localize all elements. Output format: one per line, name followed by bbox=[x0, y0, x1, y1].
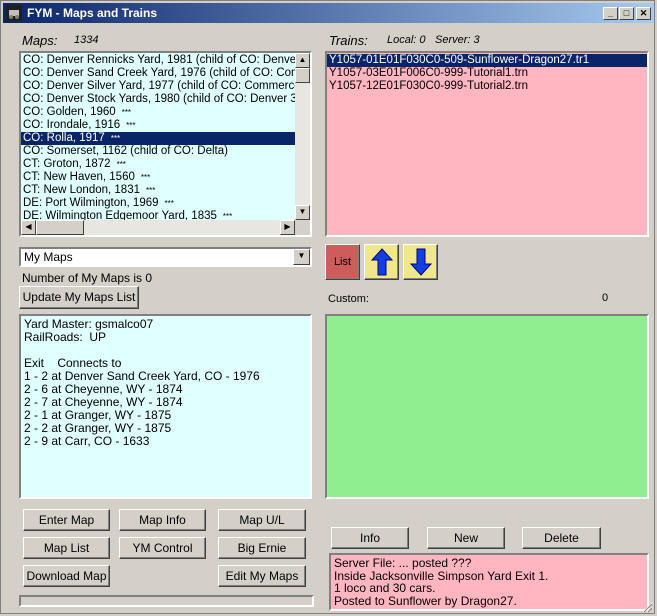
maps-list-item-stars: *** bbox=[222, 212, 233, 220]
close-button[interactable]: ✕ bbox=[636, 7, 651, 20]
maps-list-item[interactable]: DE: Wilmington Edgemoor Yard, 1835 *** bbox=[21, 210, 295, 220]
maximize-button[interactable]: □ bbox=[619, 7, 634, 20]
minimize-button[interactable]: _ bbox=[603, 7, 618, 20]
maps-horizontal-scrollbar[interactable]: ◀ ▶ bbox=[21, 220, 295, 235]
maps-list-item-text: CO: Denver Silver Yard, 1977 (child of C… bbox=[23, 80, 295, 92]
download-button[interactable] bbox=[403, 244, 438, 280]
trains-list-item[interactable]: Y1057-03E01F006C0-999-Tutorial1.trn bbox=[327, 67, 647, 80]
my-maps-dropdown[interactable]: My Maps ▼ bbox=[19, 247, 312, 267]
info-button[interactable]: Info bbox=[331, 527, 409, 549]
maps-list-item-stars: *** bbox=[164, 199, 174, 208]
maps-list-item-text: CO: Denver Rennicks Yard, 1981 (child of… bbox=[23, 54, 295, 66]
trains-local-count: Local: 0 bbox=[387, 34, 426, 46]
enter-map-button[interactable]: Enter Map bbox=[23, 509, 110, 531]
my-maps-dropdown-value: My Maps bbox=[24, 250, 73, 264]
maps-list-item[interactable]: CO: Denver Silver Yard, 1977 (child of C… bbox=[21, 80, 295, 93]
trains-list[interactable]: Y1057-01E01F030C0-509-Sunflower-Dragon27… bbox=[325, 51, 649, 237]
maps-list-item[interactable]: CT: Groton, 1872 *** bbox=[21, 158, 295, 171]
scroll-right-icon[interactable]: ▶ bbox=[280, 220, 295, 235]
maps-list-item-stars: *** bbox=[116, 160, 126, 169]
chevron-down-icon[interactable]: ▼ bbox=[293, 249, 310, 265]
maps-count: 1334 bbox=[74, 34, 99, 46]
maps-list[interactable]: CO: Denver Rennicks Yard, 1981 (child of… bbox=[19, 51, 312, 237]
maps-list-item[interactable]: CO: Denver Stock Yards, 1980 (child of C… bbox=[21, 93, 295, 106]
resize-grip-icon[interactable] bbox=[641, 601, 653, 613]
maps-list-item[interactable]: CT: New London, 1831 *** bbox=[21, 184, 295, 197]
maps-list-item[interactable]: CO: Denver Sand Creek Yard, 1976 (child … bbox=[21, 67, 295, 80]
scrollbar-corner bbox=[295, 220, 310, 235]
window-title: FYM - Maps and Trains bbox=[27, 6, 158, 20]
trains-label: Trains: bbox=[329, 33, 368, 48]
title-bar[interactable]: FYM - Maps and Trains _ □ ✕ bbox=[3, 3, 654, 23]
maps-list-item-text: CT: New London, 1831 bbox=[23, 184, 140, 196]
maps-list-item-stars: *** bbox=[146, 186, 156, 195]
main-window: FYM - Maps and Trains _ □ ✕ Maps: 1334 C… bbox=[0, 0, 655, 614]
ym-control-button[interactable]: YM Control bbox=[119, 537, 206, 559]
scroll-up-icon[interactable]: ▲ bbox=[295, 53, 310, 68]
server-file-info: Server File: ... posted ??? Inside Jacks… bbox=[329, 553, 649, 611]
upload-arrow-icon bbox=[371, 248, 393, 276]
my-maps-count: Number of My Maps is 0 bbox=[22, 271, 153, 285]
custom-panel[interactable] bbox=[325, 314, 649, 499]
custom-value: 0 bbox=[602, 292, 609, 304]
custom-label: Custom: bbox=[328, 293, 369, 305]
maps-list-items: CO: Denver Rennicks Yard, 1981 (child of… bbox=[21, 54, 295, 220]
maps-list-item-stars: *** bbox=[126, 121, 136, 130]
maps-list-item[interactable]: CO: Somerset, 1162 (child of CO: Delta) bbox=[21, 145, 295, 158]
list-button[interactable]: List bbox=[325, 244, 360, 280]
update-my-maps-button[interactable]: Update My Maps List bbox=[19, 286, 139, 309]
maps-label: Maps: bbox=[22, 33, 58, 48]
map-info-button[interactable]: Map Info bbox=[119, 509, 206, 531]
maps-list-item-stars: *** bbox=[110, 134, 121, 143]
yard-info-text: Yard Master: gsmalco07 RailRoads: UP Exi… bbox=[19, 314, 312, 499]
edit-my-maps-button[interactable]: Edit My Maps bbox=[218, 565, 306, 587]
map-ul-button[interactable]: Map U/L bbox=[218, 509, 306, 531]
train-app-icon bbox=[6, 5, 22, 21]
maps-list-item-text: CO: Golden, 1960 bbox=[23, 106, 116, 118]
maps-list-item[interactable]: CO: Golden, 1960 *** bbox=[21, 106, 295, 119]
trains-list-item[interactable]: Y1057-12E01F030C0-999-Tutorial2.trn bbox=[327, 80, 647, 93]
maps-vscroll-thumb[interactable] bbox=[295, 68, 310, 83]
maps-list-item-text: CO: Irondale, 1916 bbox=[23, 119, 121, 131]
trains-server-count: Server: 3 bbox=[435, 34, 480, 46]
maps-list-item[interactable]: CO: Irondale, 1916 *** bbox=[21, 119, 295, 132]
maps-list-item[interactable]: CO: Denver Rennicks Yard, 1981 (child of… bbox=[21, 54, 295, 67]
download-map-button[interactable]: Download Map bbox=[23, 565, 110, 587]
scroll-left-icon[interactable]: ◀ bbox=[21, 220, 36, 235]
trains-list-items: Y1057-01E01F030C0-509-Sunflower-Dragon27… bbox=[327, 54, 647, 93]
maps-list-item-text: CO: Denver Stock Yards, 1980 (child of C… bbox=[23, 93, 295, 105]
maps-list-item-stars: *** bbox=[140, 173, 151, 182]
map-list-button[interactable]: Map List bbox=[23, 537, 110, 559]
trains-list-item[interactable]: Y1057-01E01F030C0-509-Sunflower-Dragon27… bbox=[327, 54, 647, 67]
maps-list-item-text: CO: Somerset, 1162 (child of CO: Delta) bbox=[23, 145, 228, 157]
maps-list-item-stars: *** bbox=[121, 108, 132, 117]
maps-list-item[interactable]: DE: Port Wilmington, 1969 *** bbox=[21, 197, 295, 210]
maps-vertical-scrollbar[interactable]: ▲ ▼ bbox=[295, 53, 310, 220]
maps-hscroll-thumb[interactable] bbox=[36, 220, 84, 235]
maps-list-item[interactable]: CO: Rolla, 1917 *** bbox=[21, 132, 295, 145]
download-arrow-icon bbox=[410, 248, 432, 276]
maps-list-item-text: DE: Port Wilmington, 1969 bbox=[23, 197, 159, 209]
new-button[interactable]: New bbox=[427, 527, 505, 549]
maps-list-item-text: CO: Denver Sand Creek Yard, 1976 (child … bbox=[23, 67, 295, 79]
upload-button[interactable] bbox=[364, 244, 399, 280]
status-strip bbox=[19, 595, 314, 607]
delete-button[interactable]: Delete bbox=[522, 527, 601, 549]
maps-list-item-text: CT: New Haven, 1560 bbox=[23, 171, 135, 183]
maps-list-item[interactable]: CT: New Haven, 1560 *** bbox=[21, 171, 295, 184]
scroll-down-icon[interactable]: ▼ bbox=[295, 205, 310, 220]
maps-list-item-text: CT: Groton, 1872 bbox=[23, 158, 111, 170]
maps-list-item-text: DE: Wilmington Edgemoor Yard, 1835 bbox=[23, 210, 217, 220]
maps-list-item-text: CO: Rolla, 1917 bbox=[23, 132, 105, 144]
big-ernie-button[interactable]: Big Ernie bbox=[218, 537, 306, 559]
